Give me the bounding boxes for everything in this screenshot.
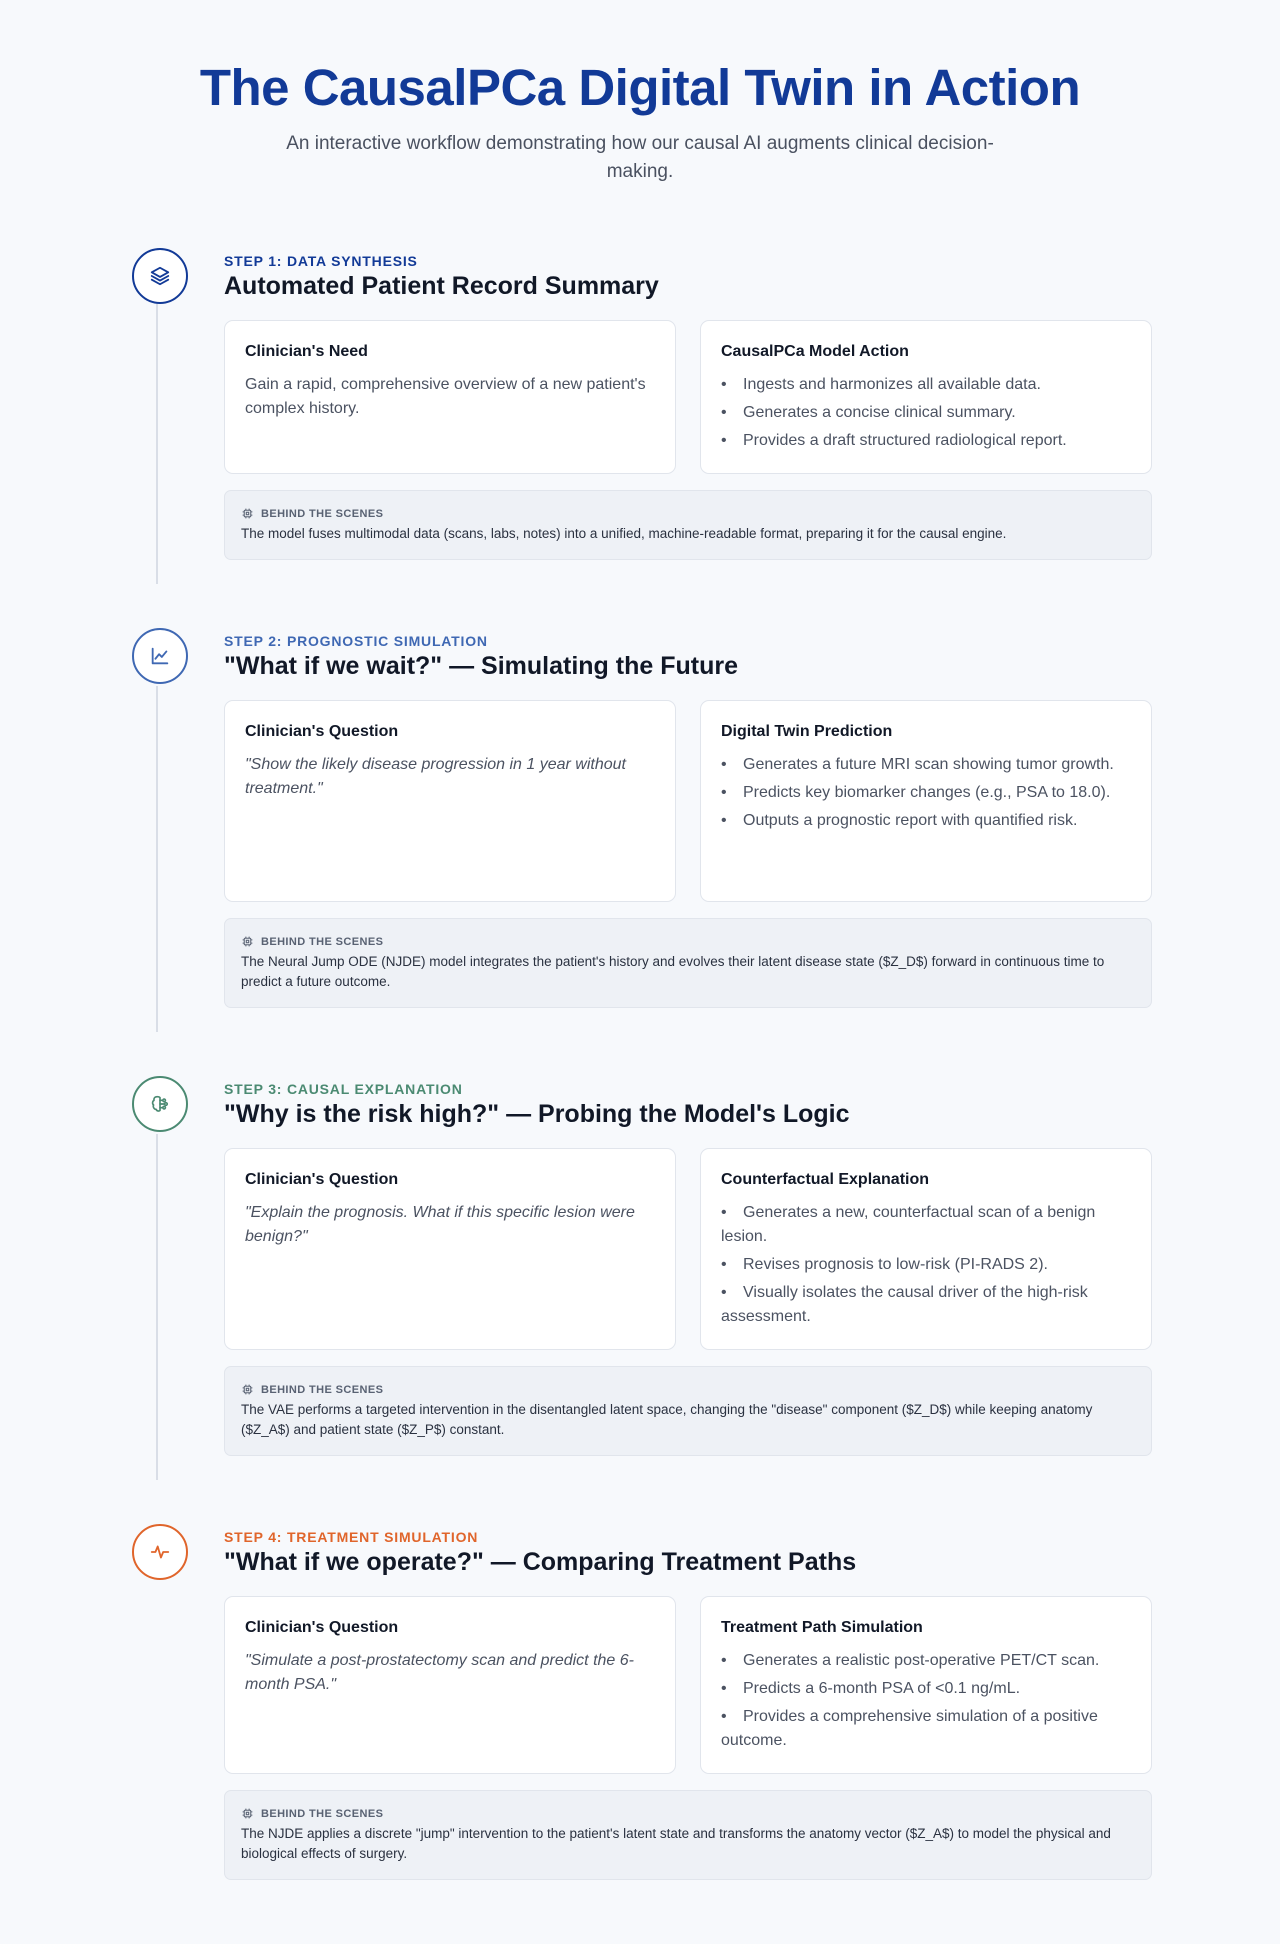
- behind-the-scenes: BEHIND THE SCENES The NJDE applies a dis…: [224, 1790, 1152, 1880]
- behind-the-scenes: BEHIND THE SCENES The model fuses multim…: [224, 490, 1152, 560]
- action-list: • Generates a new, counterfactual scan of…: [721, 1201, 1131, 1329]
- clinician-card: Clinician's Question "Show the likely di…: [224, 700, 676, 902]
- card-heading: Clinician's Question: [245, 1619, 399, 1636]
- step-title: "What if we wait?" — Simulating the Futu…: [224, 652, 738, 680]
- page-title: The CausalPCa Digital Twin in Action: [199, 59, 1081, 116]
- list-item: • Outputs a prognostic report with quanti…: [721, 812, 1078, 829]
- card-heading: Treatment Path Simulation: [721, 1619, 923, 1636]
- timeline-connector: [156, 304, 158, 584]
- behind-label: BEHIND THE SCENES: [261, 1807, 384, 1820]
- behind-text: The Neural Jump ODE (NJDE) model integra…: [241, 954, 1105, 989]
- behind-label: BEHIND THE SCENES: [261, 935, 384, 948]
- prediction-card: Digital Twin Prediction • Generates a fut…: [700, 700, 1152, 902]
- chip-icon: [242, 508, 253, 519]
- card-heading: Counterfactual Explanation: [721, 1171, 930, 1188]
- card-heading: Clinician's Question: [245, 723, 399, 740]
- card-heading: Digital Twin Prediction: [721, 723, 893, 740]
- action-list: • Generates a future MRI scan showing tum…: [721, 753, 1131, 833]
- model-card: CausalPCa Model Action • Ingests and harm…: [700, 320, 1152, 474]
- timeline-connector: [156, 1134, 158, 1480]
- step-label: STEP 4: TREATMENT SIMULATION: [224, 1529, 479, 1545]
- treatment-card: Treatment Path Simulation • Generates a r…: [700, 1596, 1152, 1774]
- card-heading: Clinician's Need: [245, 343, 368, 360]
- step-label: STEP 2: PROGNOSTIC SIMULATION: [224, 633, 488, 649]
- activity-icon: [132, 1524, 188, 1580]
- clinician-card: Clinician's Need Gain a rapid, comprehen…: [224, 320, 676, 474]
- list-item: • Predicts key biomarker changes (e.g., P…: [721, 784, 1111, 801]
- action-list: • Ingests and harmonizes all available da…: [721, 373, 1131, 453]
- behind-text: The NJDE applies a discrete "jump" inter…: [241, 1826, 1111, 1861]
- behind-the-scenes: BEHIND THE SCENES The Neural Jump ODE (N…: [224, 918, 1152, 1008]
- brain-icon: [132, 1076, 188, 1132]
- behind-text: The VAE performs a targeted intervention…: [241, 1402, 1093, 1437]
- hero: The CausalPCa Digital Twin in Action An …: [0, 0, 1280, 186]
- counterfactual-card: Counterfactual Explanation • Generates a …: [700, 1148, 1152, 1350]
- line-chart-icon: [132, 628, 188, 684]
- list-item: • Generates a future MRI scan showing tum…: [721, 756, 1114, 773]
- list-item: • Provides a draft structured radiologica…: [721, 432, 1067, 449]
- list-item: • Predicts a 6-month PSA of <0.1 ng/mL.: [721, 1680, 1021, 1697]
- card-quote: "Simulate a post-prostatectomy scan and …: [245, 1652, 634, 1693]
- list-item: • Generates a realistic post-operative PE…: [721, 1652, 1100, 1669]
- clinician-card: Clinician's Question "Explain the progno…: [224, 1148, 676, 1350]
- list-item: • Visually isolates the causal driver of …: [721, 1284, 1088, 1325]
- card-heading: CausalPCa Model Action: [721, 343, 909, 360]
- behind-the-scenes: BEHIND THE SCENES The VAE performs a tar…: [224, 1366, 1152, 1456]
- list-item: • Revises prognosis to low-risk (PI-RADS …: [721, 1256, 1048, 1273]
- chip-icon: [242, 1384, 253, 1395]
- step-label: STEP 3: CAUSAL EXPLANATION: [224, 1081, 463, 1097]
- card-heading: Clinician's Question: [245, 1171, 399, 1188]
- clinician-card: Clinician's Question "Simulate a post-pr…: [224, 1596, 676, 1774]
- list-item: • Generates a new, counterfactual scan of…: [721, 1204, 1096, 1245]
- behind-label: BEHIND THE SCENES: [261, 507, 384, 520]
- step-label: STEP 1: DATA SYNTHESIS: [224, 253, 418, 269]
- chip-icon: [242, 1808, 253, 1819]
- list-item: • Generates a concise clinical summary.: [721, 404, 1016, 421]
- card-quote: "Explain the prognosis. What if this spe…: [245, 1204, 635, 1245]
- list-item: • Ingests and harmonizes all available da…: [721, 376, 1041, 393]
- chip-icon: [242, 936, 253, 947]
- card-quote: "Show the likely disease progression in …: [245, 756, 626, 797]
- list-item: • Provides a comprehensive simulation of …: [721, 1708, 1098, 1749]
- step-title: "Why is the risk high?" — Probing the Mo…: [224, 1100, 850, 1128]
- step-title: Automated Patient Record Summary: [224, 272, 659, 300]
- timeline-connector: [156, 686, 158, 1032]
- action-list: • Generates a realistic post-operative PE…: [721, 1649, 1131, 1753]
- page-subtitle: An interactive workflow demonstrating ho…: [286, 133, 994, 182]
- behind-label: BEHIND THE SCENES: [261, 1383, 384, 1396]
- behind-text: The model fuses multimodal data (scans, …: [241, 526, 1007, 541]
- card-text: Gain a rapid, comprehensive overview of …: [245, 376, 646, 417]
- step-title: "What if we operate?" — Comparing Treatm…: [224, 1548, 857, 1576]
- layers-icon: [132, 248, 188, 304]
